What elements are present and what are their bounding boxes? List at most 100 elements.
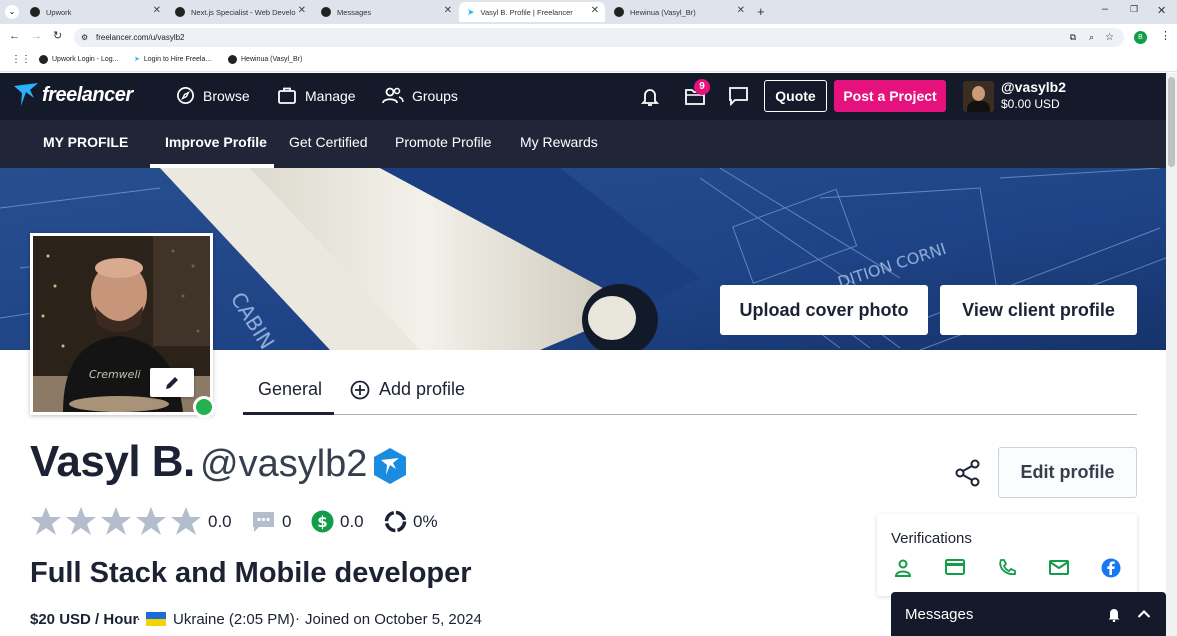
username[interactable]: @vasylb2 (1001, 79, 1066, 95)
phone-verified-icon (999, 559, 1016, 576)
verified-badge-icon (374, 448, 406, 484)
view-client-profile-button[interactable]: View client profile (940, 285, 1137, 335)
reviews-count: 0 (282, 512, 292, 531)
tab-upwork[interactable]: Upwork ✕ (22, 2, 167, 22)
quote-button[interactable]: Quote (764, 80, 827, 112)
freelancer-bird-icon (14, 83, 38, 106)
post-project-button[interactable]: Post a Project (834, 80, 946, 112)
upwork-icon (175, 7, 185, 17)
close-icon[interactable]: ✕ (591, 5, 599, 16)
freelancer-bird-icon: ➤ (134, 56, 140, 63)
share-icon (955, 459, 980, 487)
browser-menu-icon[interactable]: ⋮ (1160, 29, 1171, 42)
upwork-icon (39, 55, 48, 64)
bookmark-upwork[interactable]: Upwork Login - Log... (39, 55, 119, 64)
tab-messages[interactable]: Messages ✕ (313, 2, 458, 22)
upload-cover-photo-button[interactable]: Upload cover photo (720, 285, 928, 335)
upwork-icon (30, 7, 40, 17)
freelancer-logo[interactable]: freelancer (12, 82, 133, 108)
site-info-icon[interactable]: ⚙ (81, 28, 88, 47)
github-icon (614, 7, 624, 17)
freelancer-bird-icon: ➤ (467, 6, 475, 17)
browser-tab-bar: ⌄ Upwork ✕ Next.js Specialist - Web Deve… (0, 0, 1177, 24)
location: Ukraine (2:05 PM) (173, 611, 295, 628)
separator-dot: · (295, 610, 300, 627)
tab-general-indicator (243, 412, 334, 415)
window-close-button[interactable]: ✕ (1157, 4, 1166, 17)
reviews-icon (253, 512, 274, 532)
chevron-up-icon[interactable] (1137, 609, 1151, 619)
install-icon[interactable]: ⧉ (1070, 28, 1076, 47)
tab-nextjs[interactable]: Next.js Specialist - Web Develo ✕ (167, 2, 312, 22)
browser-profile-avatar[interactable]: B (1134, 31, 1147, 44)
svg-text:Cremweli: Cremweli (89, 368, 141, 381)
close-icon[interactable]: ✕ (298, 5, 306, 16)
share-button[interactable] (955, 459, 981, 492)
edit-photo-button[interactable] (150, 368, 194, 397)
reload-icon[interactable]: ↻ (53, 29, 62, 42)
profile-subnav: MY PROFILE Improve Profile Get Certified… (0, 120, 1166, 168)
add-circle-icon (350, 380, 370, 399)
nav-browse[interactable]: Browse (176, 86, 250, 105)
zoom-icon[interactable]: ⌕ (1089, 28, 1094, 47)
separator-dot: · (136, 610, 141, 627)
user-avatar[interactable] (963, 81, 994, 112)
bookmark-star-icon[interactable]: ☆ (1105, 28, 1114, 47)
page-scrollbar[interactable] (1166, 73, 1177, 636)
tab-freelancer-profile[interactable]: ➤ Vasyl B. Profile | Freelancer ✕ (459, 2, 605, 22)
verifications-title: Verifications (891, 530, 972, 547)
pencil-icon (166, 376, 178, 389)
github-icon (228, 55, 237, 64)
facebook-icon (1101, 558, 1121, 578)
subnav-my-profile[interactable]: MY PROFILE (43, 134, 128, 150)
profile-handle: @vasylb2 (200, 443, 368, 485)
briefcase-icon (278, 87, 296, 104)
email-verified-icon (1049, 560, 1069, 575)
subnav-promote-profile[interactable]: Promote Profile (395, 134, 491, 150)
star-rating (30, 505, 205, 537)
hourly-rate: $20 USD / Hour (30, 611, 139, 628)
apps-grid-icon[interactable]: ⋮⋮ (11, 54, 31, 65)
close-icon[interactable]: ✕ (444, 5, 452, 16)
messages-icon[interactable] (728, 86, 749, 106)
svg-text:$: $ (317, 513, 327, 531)
tab-general[interactable]: General (258, 379, 322, 400)
scrollbar-thumb[interactable] (1168, 77, 1175, 167)
close-icon[interactable]: ✕ (737, 5, 745, 16)
nav-manage[interactable]: Manage (277, 86, 356, 105)
messages-dock[interactable]: Messages (891, 592, 1166, 636)
account-balance: $0.00 USD (1001, 97, 1060, 111)
tab-github[interactable]: Hewinua (Vasyl_Br) ✕ (606, 2, 751, 22)
nav-groups[interactable]: Groups (382, 86, 458, 105)
completion-ring-icon (384, 510, 407, 533)
payment-verified-icon (945, 559, 965, 575)
minimize-button[interactable]: – (1102, 3, 1108, 15)
forward-icon[interactable]: → (31, 30, 42, 42)
bookmark-freelancer[interactable]: ➤ Login to Hire Freela... (134, 55, 211, 64)
bell-icon[interactable] (1107, 607, 1121, 622)
profile-headline: Full Stack and Mobile developer (30, 557, 472, 589)
subnav-get-certified[interactable]: Get Certified (289, 134, 368, 150)
verifications-card: Verifications (877, 514, 1137, 596)
edit-profile-button[interactable]: Edit profile (998, 447, 1137, 498)
add-profile-tab[interactable]: Add profile (350, 379, 465, 400)
subnav-my-rewards[interactable]: My Rewards (520, 134, 598, 150)
address-bar-row: ← → ↻ ⚙ freelancer.com/u/vasylb2 ⧉ ⌕ ☆ B… (0, 24, 1177, 50)
tab-search-button[interactable]: ⌄ (5, 5, 19, 19)
bookmarks-bar: ⋮⋮ Upwork Login - Log... ➤ Login to Hire … (0, 50, 1177, 72)
join-date: Joined on October 5, 2024 (305, 611, 482, 628)
new-tab-button[interactable]: + (757, 4, 765, 19)
tabs-divider (334, 414, 1137, 415)
groups-icon (382, 87, 404, 104)
star-rating-icons (31, 507, 201, 535)
close-icon[interactable]: ✕ (153, 5, 161, 16)
notification-bell-icon[interactable] (640, 86, 660, 107)
url-field[interactable]: ⚙ freelancer.com/u/vasylb2 ⧉ ⌕ ☆ (74, 28, 1124, 47)
ukraine-flag-icon (146, 612, 166, 626)
profile-name: Vasyl B. (30, 437, 195, 486)
bookmark-github[interactable]: Hewinua (Vasyl_Br) (228, 55, 302, 64)
maximize-button[interactable]: ❐ (1130, 4, 1138, 15)
back-icon[interactable]: ← (9, 30, 20, 42)
online-status-dot (193, 396, 215, 418)
subnav-improve-profile[interactable]: Improve Profile (165, 134, 267, 150)
